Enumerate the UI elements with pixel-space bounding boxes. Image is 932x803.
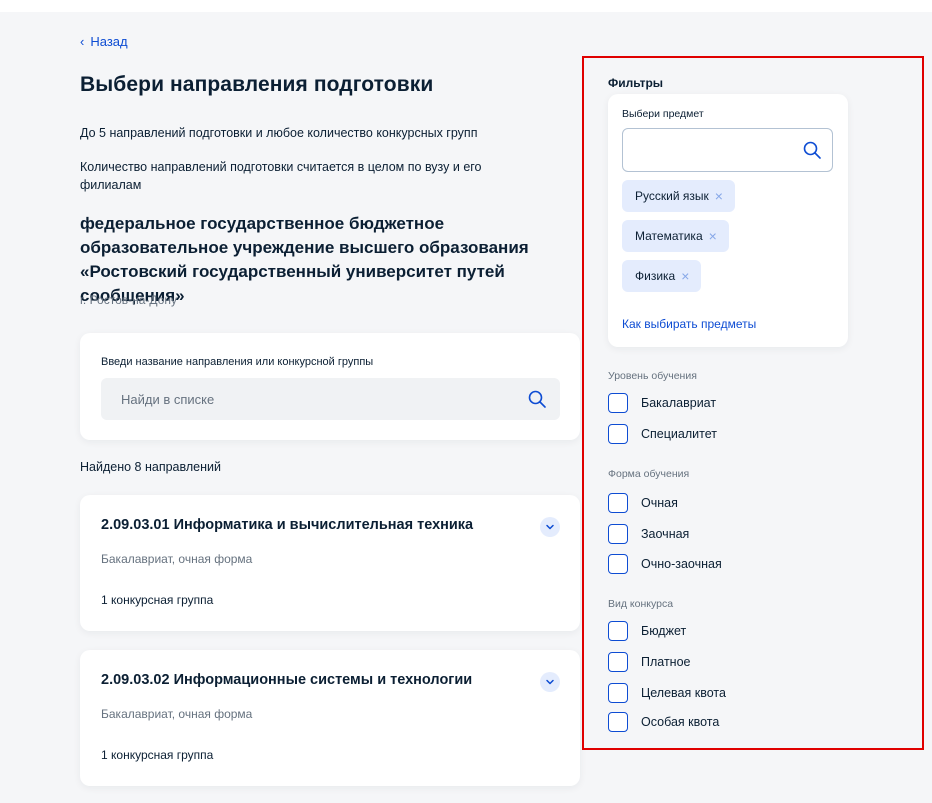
checkbox-label: Особая квота [641, 715, 720, 729]
subject-chip-label: Русский язык [635, 189, 709, 203]
chevron-down-icon [546, 679, 554, 685]
search-icon[interactable] [802, 140, 822, 160]
direction-search-input[interactable] [101, 378, 521, 420]
direction-subtitle: Бакалавриат, очная форма [101, 707, 253, 721]
checkbox-label: Заочная [641, 527, 690, 541]
checkbox-contest-special-quota[interactable]: Особая квота [608, 712, 719, 732]
direction-search-card: Введи название направления или конкурсно… [80, 333, 580, 440]
checkbox-contest-paid[interactable]: Платное [608, 652, 691, 672]
back-link-label: Назад [90, 34, 128, 49]
direction-groups-count: 1 конкурсная группа [101, 593, 214, 607]
checkbox[interactable] [608, 393, 628, 413]
subject-search-input[interactable] [623, 129, 793, 171]
close-icon[interactable]: × [681, 269, 689, 283]
back-link[interactable]: ‹ Назад [80, 34, 128, 49]
subject-chip-label: Математика [635, 229, 703, 243]
top-bar [0, 0, 932, 12]
subject-chip: Физика × [622, 260, 702, 292]
level-filter-label: Уровень обучения [608, 370, 697, 382]
checkbox-label: Специалитет [641, 427, 717, 441]
direction-title: 2.09.03.01 Информатика и вычислительная … [101, 517, 474, 533]
direction-search-field[interactable] [101, 378, 560, 420]
form-filter-label: Форма обучения [608, 468, 690, 480]
checkbox[interactable] [608, 554, 628, 574]
checkbox[interactable] [608, 524, 628, 544]
contest-filter-label: Вид конкурса [608, 598, 674, 610]
subject-chip-label: Физика [635, 269, 676, 283]
checkbox-contest-target-quota[interactable]: Целевая квота [608, 683, 726, 703]
filters-title: Фильтры [608, 76, 664, 90]
filters-panel: Фильтры Выбери предмет Русский язык × Ма… [582, 56, 924, 750]
close-icon[interactable]: × [715, 189, 723, 203]
expand-button[interactable] [540, 517, 560, 537]
checkbox[interactable] [608, 621, 628, 641]
directions-count-note: Количество направлений подготовки считае… [80, 160, 482, 192]
checkbox-label: Бюджет [641, 624, 687, 638]
checkbox-label: Очная [641, 496, 678, 510]
checkbox[interactable] [608, 424, 628, 444]
checkbox-level-specialist[interactable]: Специалитет [608, 424, 717, 444]
directions-limit-note: До 5 направлений подготовки и любое коли… [80, 126, 478, 140]
direction-subtitle: Бакалавриат, очная форма [101, 552, 253, 566]
checkbox-label: Платное [641, 655, 691, 669]
page-title: Выбери направления подготовки [80, 73, 434, 96]
direction-card[interactable]: 2.09.03.02 Информационные системы и техн… [80, 650, 580, 786]
subject-filter-label: Выбери предмет [622, 108, 704, 120]
checkbox-label: Целевая квота [641, 686, 726, 700]
subject-chip: Русский язык × [622, 180, 735, 212]
checkbox-level-bachelor[interactable]: Бакалавриат [608, 393, 716, 413]
university-city: г. Ростов-на-Дону [80, 293, 177, 307]
checkbox-form-fulltime[interactable]: Очная [608, 493, 678, 513]
checkbox-label: Бакалавриат [641, 396, 717, 410]
direction-title: 2.09.03.02 Информационные системы и техн… [101, 672, 473, 688]
checkbox-form-extramural[interactable]: Заочная [608, 524, 689, 544]
search-icon[interactable] [527, 389, 547, 409]
results-count: Найдено 8 направлений [80, 460, 221, 474]
checkbox[interactable] [608, 493, 628, 513]
checkbox-label: Очно-заочная [641, 557, 722, 571]
direction-groups-count: 1 конкурсная группа [101, 748, 214, 762]
subject-search-field[interactable] [622, 128, 833, 172]
checkbox-contest-budget[interactable]: Бюджет [608, 621, 686, 641]
checkbox-form-parttime[interactable]: Очно-заочная [608, 554, 722, 574]
chevron-down-icon [546, 524, 554, 530]
close-icon[interactable]: × [709, 229, 717, 243]
direction-card[interactable]: 2.09.03.01 Информатика и вычислительная … [80, 495, 580, 631]
subject-filter-card: Выбери предмет Русский язык × Математика… [608, 94, 848, 347]
expand-button[interactable] [540, 672, 560, 692]
direction-search-label: Введи название направления или конкурсно… [101, 356, 374, 368]
checkbox[interactable] [608, 652, 628, 672]
subject-chip: Математика × [622, 220, 729, 252]
checkbox[interactable] [608, 683, 628, 703]
chevron-left-icon: ‹ [80, 34, 85, 49]
checkbox[interactable] [608, 712, 628, 732]
how-to-choose-subjects-link[interactable]: Как выбирать предметы [622, 317, 756, 331]
